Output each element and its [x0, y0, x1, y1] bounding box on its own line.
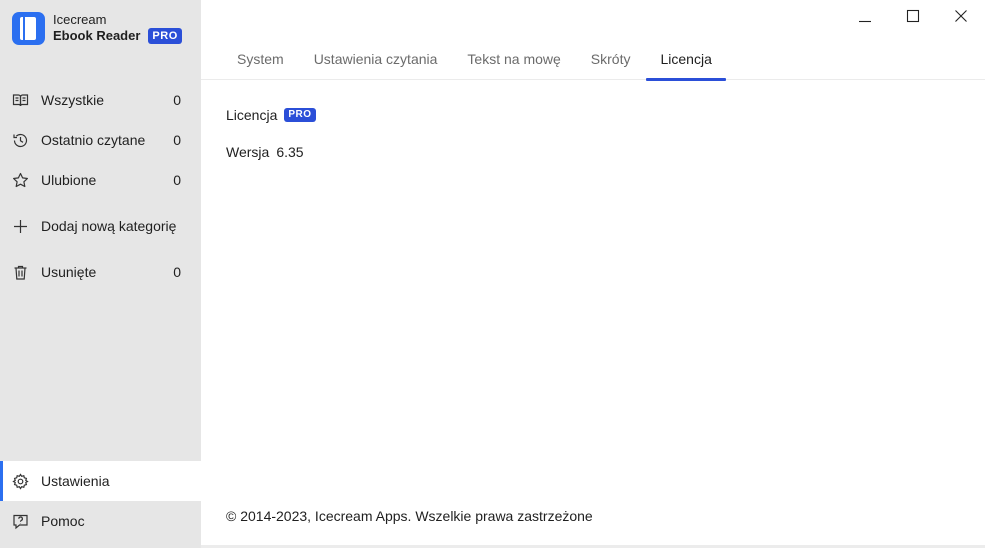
sidebar-item-count: 0	[173, 172, 181, 188]
sidebar-item-label: Ostatnio czytane	[41, 132, 146, 148]
tab-text-to-speech[interactable]: Tekst na mowę	[453, 38, 574, 80]
sidebar-item-help[interactable]: Pomoc	[0, 501, 201, 541]
pro-badge: PRO	[148, 28, 182, 44]
app-name-line2-text: Ebook Reader	[53, 28, 141, 43]
version-label: Wersja	[226, 144, 270, 160]
tab-shortcuts[interactable]: Skróty	[577, 38, 645, 80]
app-name: Icecream Ebook Reader PRO	[53, 12, 182, 44]
app-name-line2: Ebook Reader PRO	[53, 28, 182, 44]
tab-license[interactable]: Licencja	[646, 38, 727, 81]
license-row: Licencja PRO	[226, 106, 316, 124]
sidebar-item-label: Usunięte	[41, 264, 97, 280]
star-icon	[12, 172, 29, 189]
license-pro-badge: PRO	[284, 108, 316, 122]
sidebar-item-label: Wszystkie	[41, 92, 104, 108]
history-icon	[12, 132, 29, 149]
license-label: Licencja	[226, 107, 278, 123]
sidebar-item-count: 0	[173, 264, 181, 280]
copyright-text: © 2014-2023, Icecream Apps. Wszelkie pra…	[226, 508, 593, 524]
sidebar-item-label: Ustawienia	[41, 473, 110, 489]
sidebar-item-deleted[interactable]: Usunięte 0	[0, 252, 201, 292]
settings-tabs: System Ustawienia czytania Tekst na mowę…	[201, 38, 985, 81]
book-open-icon	[12, 92, 29, 109]
sidebar-item-favorites[interactable]: Ulubione 0	[0, 160, 201, 200]
trash-icon	[12, 264, 29, 281]
minimize-icon	[859, 20, 871, 23]
sidebar-item-count: 0	[173, 92, 181, 108]
sidebar-item-add-category[interactable]: Dodaj nową kategorię	[0, 206, 201, 246]
close-icon	[955, 10, 967, 22]
app-name-line1: Icecream	[53, 12, 107, 27]
tab-system[interactable]: System	[223, 38, 298, 80]
minimize-button[interactable]	[841, 0, 889, 32]
gear-icon	[12, 472, 29, 490]
license-panel: Licencja PRO Wersja 6.35	[226, 106, 316, 161]
app-logo: Icecream Ebook Reader PRO	[12, 12, 182, 45]
sidebar-item-label: Dodaj nową kategorię	[41, 218, 177, 234]
close-button[interactable]	[937, 0, 985, 32]
sidebar-item-label: Ulubione	[41, 172, 97, 188]
version-row: Wersja 6.35	[226, 143, 316, 161]
version-value: 6.35	[276, 144, 304, 160]
sidebar-item-all[interactable]: Wszystkie 0	[0, 80, 201, 120]
window-controls	[841, 0, 985, 32]
sidebar-item-label: Pomoc	[41, 513, 85, 529]
sidebar-item-count: 0	[173, 132, 181, 148]
maximize-icon	[906, 9, 920, 23]
maximize-button[interactable]	[889, 0, 937, 32]
sidebar-item-recent[interactable]: Ostatnio czytane 0	[0, 120, 201, 160]
plus-icon	[12, 218, 29, 235]
help-icon	[12, 513, 29, 530]
sidebar-item-settings[interactable]: Ustawienia	[0, 461, 201, 501]
app-logo-icon	[12, 12, 45, 45]
tab-reading-settings[interactable]: Ustawienia czytania	[300, 38, 452, 80]
sidebar: Icecream Ebook Reader PRO Wszystkie 0 Os…	[0, 0, 201, 548]
